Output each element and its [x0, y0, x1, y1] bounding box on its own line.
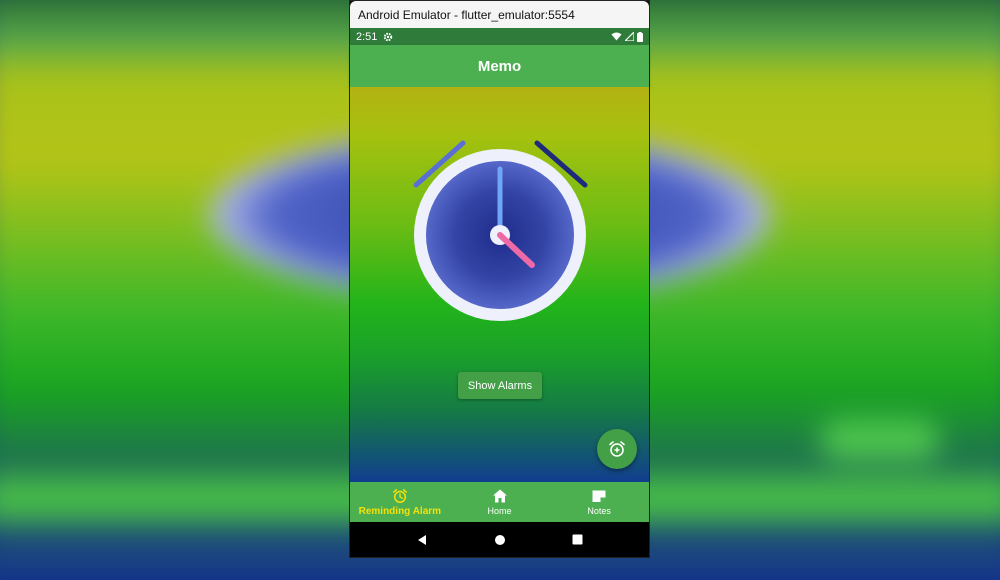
- nav-label: Reminding Alarm: [358, 505, 442, 517]
- nav-item-notes[interactable]: Notes: [549, 482, 649, 522]
- window-titlebar[interactable]: Android Emulator - flutter_emulator:5554: [350, 1, 649, 28]
- main-content: Show Alarms: [350, 87, 649, 482]
- recents-icon[interactable]: [572, 534, 583, 545]
- back-icon[interactable]: [416, 534, 428, 546]
- status-bar: 2:51: [350, 28, 649, 45]
- nav-item-home[interactable]: Home: [450, 482, 550, 522]
- system-navigation-bar: [350, 522, 649, 557]
- wifi-icon: [611, 32, 622, 41]
- alarm-icon: [392, 488, 407, 503]
- nav-label: Notes: [587, 506, 611, 516]
- app-title: Memo: [477, 57, 522, 75]
- battery-icon: [637, 31, 643, 42]
- bottom-navigation: Reminding Alarm Home Notes: [350, 482, 649, 522]
- add-alarm-fab[interactable]: [597, 429, 637, 469]
- home-circle-icon[interactable]: [494, 534, 506, 546]
- note-icon: [592, 490, 606, 502]
- nav-item-reminding-alarm[interactable]: Reminding Alarm: [350, 482, 450, 522]
- emulator-window: Android Emulator - flutter_emulator:5554…: [349, 0, 650, 558]
- signal-icon: [625, 32, 634, 41]
- show-alarms-button[interactable]: Show Alarms: [458, 372, 542, 399]
- window-title: Android Emulator - flutter_emulator:5554: [358, 7, 575, 22]
- home-icon: [492, 489, 507, 503]
- add-alarm-icon: [609, 441, 625, 457]
- analog-clock: [413, 140, 588, 321]
- status-time: 2:51: [356, 30, 378, 43]
- app-bar: Memo: [350, 45, 649, 87]
- blurred-button-shape: [820, 420, 940, 460]
- gear-icon: [384, 32, 393, 41]
- nav-label: Home: [487, 506, 512, 516]
